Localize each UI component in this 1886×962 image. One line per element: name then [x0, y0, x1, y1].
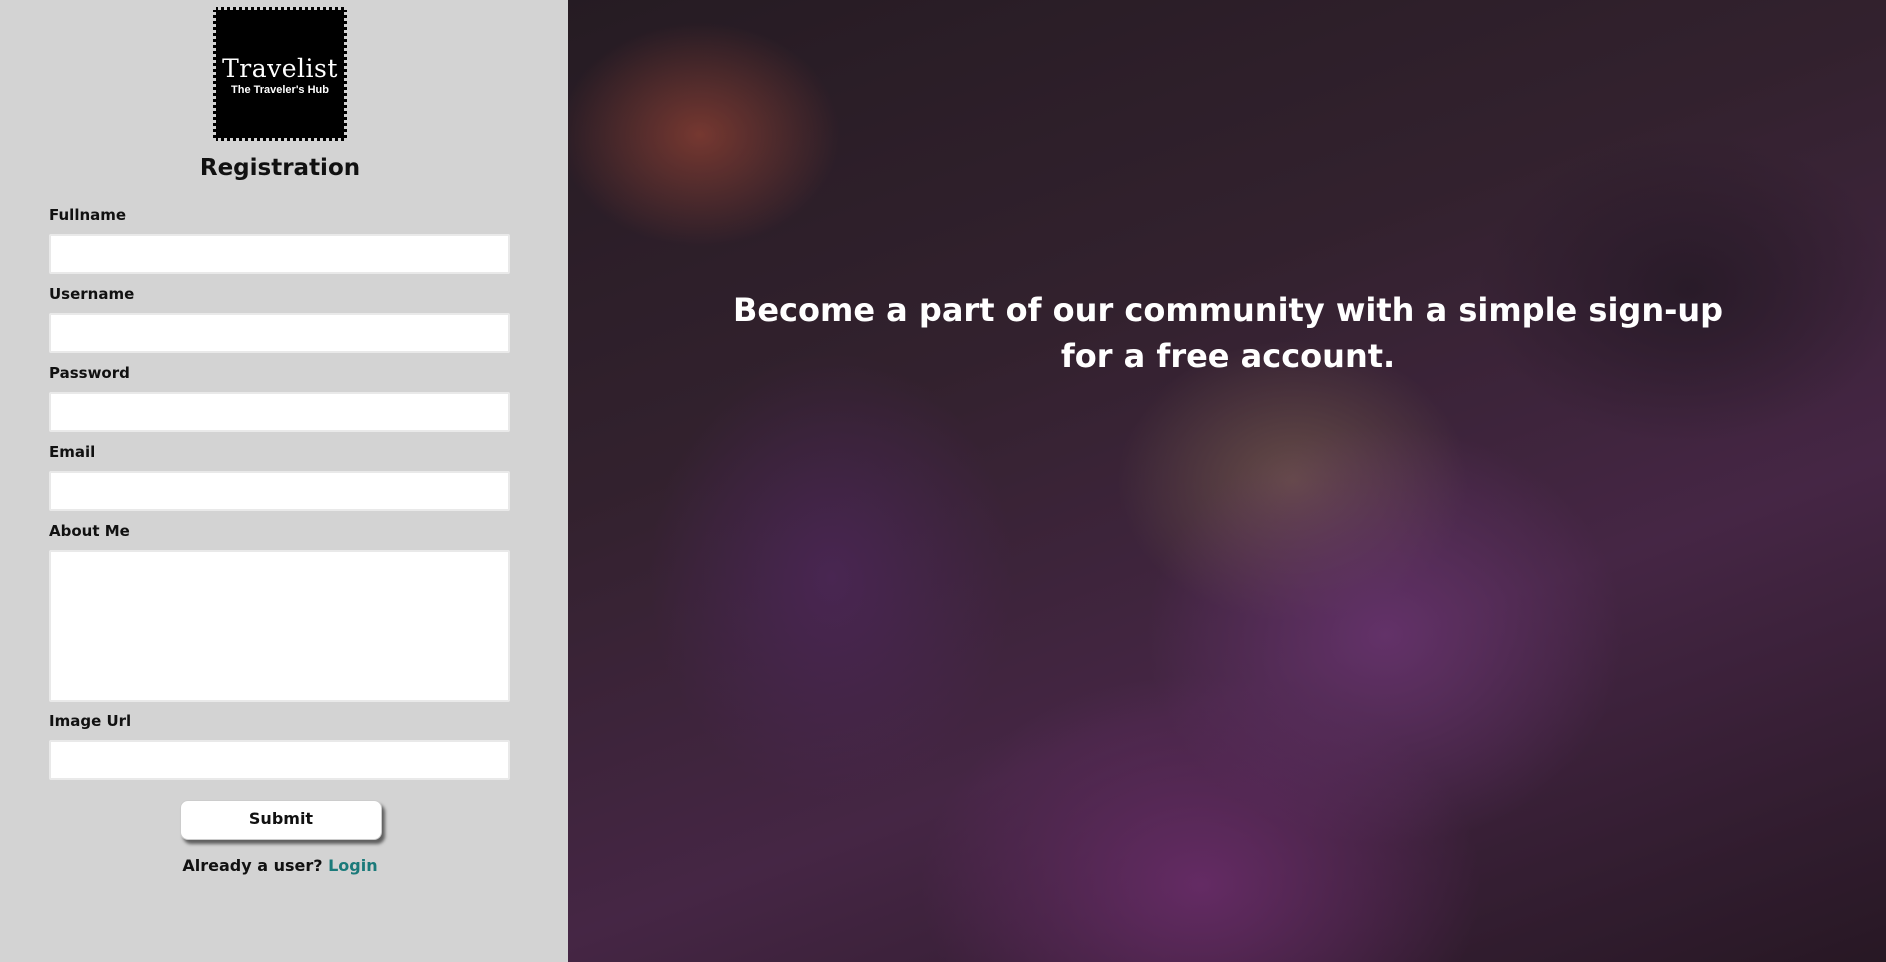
- login-link[interactable]: Login: [328, 856, 378, 875]
- logo-name: Travelist: [222, 54, 338, 83]
- fullname-input[interactable]: [49, 234, 510, 274]
- password-input[interactable]: [49, 392, 510, 432]
- image-url-label: Image Url: [49, 712, 132, 730]
- travelist-logo: Travelist The Traveler's Hub: [213, 7, 347, 141]
- already-user-text: Already a user?: [182, 856, 323, 875]
- fullname-label: Fullname: [49, 206, 127, 224]
- hero-background-image: Become a part of our community with a si…: [568, 0, 1886, 962]
- email-label: Email: [49, 443, 96, 461]
- username-input[interactable]: [49, 313, 510, 353]
- page-title: Registration: [199, 155, 361, 181]
- registration-panel: Travelist The Traveler's Hub Registratio…: [0, 0, 568, 962]
- logo-tagline: The Traveler's Hub: [231, 84, 329, 96]
- submit-button[interactable]: Submit: [180, 800, 382, 840]
- hero-text: Become a part of our community with a si…: [732, 291, 1724, 375]
- about-me-label: About Me: [49, 522, 130, 540]
- email-input[interactable]: [49, 471, 510, 511]
- username-label: Username: [49, 285, 135, 303]
- image-url-input[interactable]: [49, 740, 510, 780]
- password-label: Password: [49, 364, 130, 382]
- about-me-textarea[interactable]: [49, 550, 510, 702]
- login-prompt: Already a user? Login: [0, 856, 560, 875]
